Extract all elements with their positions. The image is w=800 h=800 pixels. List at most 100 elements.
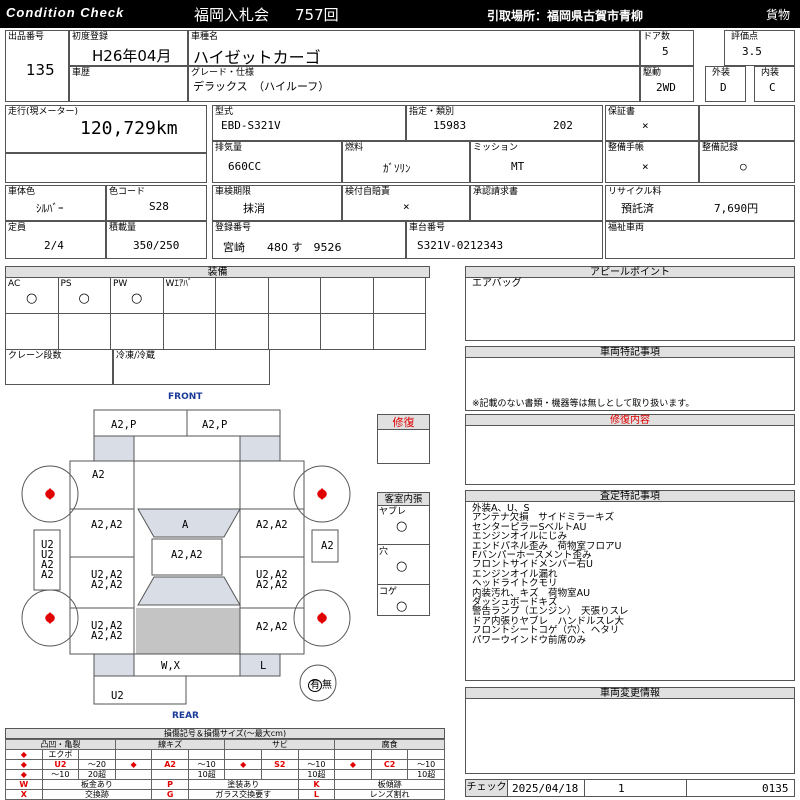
self-insp-box: 検付自賠責 × [342, 185, 470, 221]
mark-rear-c: W,X [161, 660, 180, 672]
color-box: 車体色 ｼﾙﾊﾞｰ [5, 185, 106, 221]
drive-box: 駆動 2WD [640, 66, 694, 102]
appeal-box: エアバッグ [465, 277, 795, 341]
welfare-box: 福祉車両 [605, 221, 795, 259]
mark-fl-fender: A2 [92, 469, 105, 481]
change-box [465, 698, 795, 774]
freezer-box: 冷凍/冷蔵 [113, 349, 270, 385]
equipment-label: PW [113, 279, 128, 289]
fuel-box: 燃料 ｶﾞｿﾘﾝ [342, 141, 470, 183]
mark-fr-door: A2,A2 [256, 519, 288, 531]
equipment-cell [267, 277, 321, 314]
equipment-cell [57, 313, 111, 350]
assess-line: パワーウインドウ前席のみ [472, 634, 587, 646]
grade-value: デラックス （ハイルーフ） [193, 80, 330, 93]
chassis-box: 車台番号 S321V-0212343 [406, 221, 603, 259]
manual-box: 整備手帳 × [605, 141, 699, 183]
equipment-cell [5, 313, 59, 350]
equipment-cell [267, 313, 321, 350]
mileage-value: 120,729km [80, 118, 178, 139]
model-name: ハイゼットカーゴ [193, 48, 321, 67]
assess-lines: 外装A、U、S アンテナ欠損 サイドミラーキズ センターピラーSベルトAU エンジンオ… [472, 504, 628, 646]
grade-box: グレード・仕様 デラックス （ハイルーフ） [188, 66, 640, 102]
equipment-label: AC [8, 279, 21, 289]
equipment-cell [215, 313, 269, 350]
equipment-cell [110, 313, 164, 350]
repair-content-box [465, 425, 795, 485]
check-row: チェック 2025/04/18 1 0135 [465, 779, 795, 797]
assess-box: 外装A、U、S アンテナ欠損 サイドミラーキズ センターピラーSベルトAU エンジンオ… [465, 501, 795, 681]
header-bar: Condition Check 福岡入札会 757回 引取場所：福岡県古賀市青柳… [0, 0, 800, 28]
mileage-box: 走行(現メーター) 120,729km [5, 105, 207, 153]
legend: 損傷記号＆損傷サイズ(〜最大cm) 凸凹・亀裂 線キズ サビ 腐食 ◆ エクボ ◆… [5, 728, 445, 800]
equipment-cell [215, 277, 269, 314]
reg-box: 登録番号 宮崎 480 す 9526 [212, 221, 406, 259]
crane-box: クレーン段数 [5, 349, 113, 385]
equipment-cell: PS ○ [57, 277, 111, 314]
auction-name: 福岡入札会 [194, 6, 270, 24]
lot-number: 135 [26, 61, 55, 79]
mark-rl-qtr: U2,A2 A2,A2 [91, 620, 123, 642]
lot-box: 出品番号 135 [5, 30, 69, 102]
approval-box: 承認請求書 [470, 185, 603, 221]
mission-box: ミッション MT [470, 141, 603, 183]
check-date: 2025/04/18 [512, 782, 579, 795]
inspection-box: 車検期限 抹消 [212, 185, 342, 221]
score-box: 評価点 3.5 [724, 30, 795, 66]
front-label: FRONT [168, 392, 203, 402]
equipment-value: ○ [131, 291, 143, 306]
vehicle-kind: 貨物 [766, 8, 791, 22]
mark-rr-door: U2,A2 A2,A2 [256, 569, 288, 591]
header-title: Condition Check [6, 5, 125, 20]
equipment-label: PS [60, 279, 72, 289]
spare-tire: 有無 [308, 679, 332, 692]
color-code-box: 色コード S28 [106, 185, 207, 221]
displacement-box: 排気量 660CC [212, 141, 342, 183]
equipment-cell [372, 277, 426, 314]
load-box: 積載量 350/250 [106, 221, 207, 259]
warranty-box: 保証書 × [605, 105, 699, 141]
designation-box: 指定・類別 15983 202 [406, 105, 603, 141]
history-box: 車歴 [69, 66, 188, 102]
mark-left-side: U2 U2 A2 A2 [41, 539, 54, 581]
mark-hood: A [182, 519, 189, 531]
equipment-value: ○ [26, 291, 38, 306]
car-diagram [21, 409, 351, 705]
first-reg-value: H26年04月 [92, 47, 172, 65]
doors-box: ドア数 5 [640, 30, 694, 66]
warranty-blank [699, 105, 795, 141]
mark-fl-door: A2,A2 [91, 519, 123, 531]
equipment-cell [320, 313, 374, 350]
equipment-cell [162, 313, 216, 350]
type-value: EBD-S321V [221, 119, 281, 132]
mark-rl-door: U2,A2 A2,A2 [91, 569, 123, 591]
int-box: 内装 C [754, 66, 795, 102]
recycle-box: リサイクル料 預託済 7,690円 [605, 185, 795, 221]
equipment-cell: AC ○ [5, 277, 59, 314]
mark-right-side: A2 [321, 540, 334, 552]
record-box: 整備記録 ○ [699, 141, 795, 183]
rear-label: REAR [172, 711, 199, 721]
equipment-cell: PW ○ [110, 277, 164, 314]
pickup-location: 引取場所：福岡県古賀市青柳 [487, 9, 644, 23]
lot-session: 757回 [295, 6, 339, 24]
mark-rear-bumper: U2 [111, 690, 124, 702]
equipment-value: ○ [78, 291, 90, 306]
capacity-box: 定員 2/4 [5, 221, 106, 259]
special-box: ※記載のない書類・機器等は無しとして取り扱います。 [465, 357, 795, 411]
equipment-label: Wｴｱﾊﾞ [165, 279, 193, 289]
mark-front-r: A2,P [202, 419, 228, 431]
mark-rear-r: L [260, 660, 267, 672]
equipment-cell: Wｴｱﾊﾞ [162, 277, 216, 314]
equipment-cell [320, 277, 374, 314]
mark-front-l: A2,P [111, 419, 137, 431]
mark-rr-qtr: A2,A2 [256, 621, 288, 633]
score-value: 3.5 [742, 45, 762, 58]
first-reg-box: 初度登録 H26年04月 [69, 30, 188, 66]
mileage-sub [5, 153, 207, 183]
type-box: 型式 EBD-S321V [212, 105, 406, 141]
mark-roof: A2,A2 [171, 549, 203, 561]
equipment-cell [372, 313, 426, 350]
model-box: 車種名 ハイゼットカーゴ [188, 30, 640, 67]
ext-box: 外装 D [705, 66, 746, 102]
